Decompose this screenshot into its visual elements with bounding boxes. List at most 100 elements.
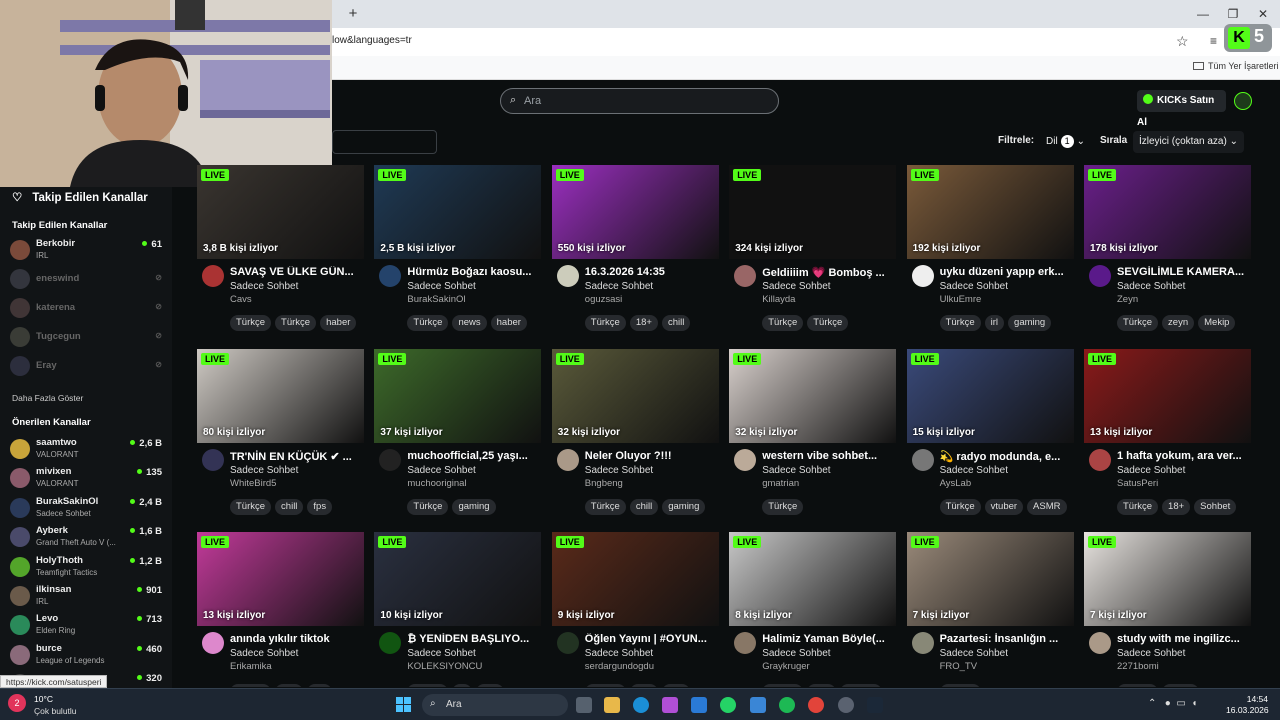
sidebar-channel[interactable]: Berkobir IRL 61 bbox=[10, 237, 162, 263]
stream-card[interactable]: LIVE 7 kişi izliyor study with me ingilizc… bbox=[1084, 532, 1251, 687]
sidebar-channel[interactable]: Tugcegun ⊘ bbox=[10, 324, 162, 350]
steam-icon[interactable] bbox=[867, 697, 883, 713]
streamer-avatar[interactable] bbox=[911, 265, 934, 287]
tag[interactable]: Türkçe bbox=[762, 498, 804, 515]
stream-title[interactable]: Hürmüz Boğazı kaosu... bbox=[407, 266, 541, 278]
stream-category[interactable]: Sadece Sohbet bbox=[1117, 648, 1185, 659]
stream-thumbnail[interactable]: LIVE 32 kişi izliyor bbox=[551, 348, 719, 443]
tag[interactable]: Türkçe bbox=[584, 684, 626, 687]
tag[interactable]: news bbox=[452, 315, 487, 331]
streamer-avatar[interactable] bbox=[202, 448, 224, 471]
stream-card[interactable]: LIVE 178 kişi izliyor SEVGİLİMLE KAMERA...… bbox=[1084, 165, 1251, 333]
sidebar-channel[interactable]: mivixen VALORANT 135 bbox=[10, 465, 162, 491]
streamer-name[interactable]: BurakSakinOl bbox=[407, 294, 465, 305]
streamer-avatar[interactable] bbox=[734, 632, 757, 654]
new-tab-button[interactable]: + bbox=[344, 5, 362, 23]
stream-thumbnail[interactable]: LIVE 10 kişi izliyor bbox=[374, 532, 542, 626]
stream-card[interactable]: LIVE 15 kişi izliyor 💫 radyo modunda, e...… bbox=[906, 348, 1074, 517]
streamer-avatar[interactable] bbox=[379, 265, 402, 287]
sidebar-channel[interactable]: burce League of Legends 460 bbox=[10, 642, 162, 668]
stream-title[interactable]: Halimiz Yaman Böyle(... bbox=[762, 633, 896, 645]
sidebar-channel[interactable]: eneswind ⊘ bbox=[10, 266, 162, 292]
tag[interactable]: haber bbox=[490, 315, 527, 331]
tag[interactable]: Türkçe bbox=[1117, 315, 1159, 331]
tag[interactable]: Türkçe bbox=[275, 315, 317, 331]
stream-thumbnail[interactable]: LIVE 7 kişi izliyor bbox=[1084, 532, 1251, 626]
streamer-name[interactable]: UlkuEmre bbox=[940, 294, 982, 305]
mail-icon[interactable] bbox=[691, 697, 707, 713]
stream-category[interactable]: Sadece Sohbet bbox=[407, 648, 475, 659]
stream-card[interactable]: LIVE 13 kişi izliyor 1 hafta yokum, ara ve… bbox=[1084, 348, 1251, 517]
tag[interactable]: chill bbox=[275, 684, 304, 687]
stream-thumbnail[interactable]: LIVE 550 kişi izliyor bbox=[551, 165, 719, 259]
tag[interactable]: ASMR bbox=[1027, 498, 1067, 515]
windows-start-icon[interactable] bbox=[396, 697, 412, 713]
tag[interactable]: 18+ bbox=[1162, 498, 1191, 515]
streamer-avatar[interactable] bbox=[734, 265, 757, 287]
sidebar-channel[interactable]: Eray ⊘ bbox=[10, 353, 162, 379]
stream-title[interactable]: 16.3.2026 14:35 bbox=[585, 266, 719, 278]
tag[interactable]: series bbox=[1162, 684, 1200, 687]
stream-title[interactable]: anında yıkılır tiktok bbox=[230, 633, 364, 645]
stream-category[interactable]: Sadece Sohbet bbox=[230, 281, 298, 292]
tag[interactable]: Türkçe bbox=[407, 684, 449, 687]
whatsapp-icon[interactable] bbox=[720, 697, 736, 713]
stream-thumbnail[interactable]: LIVE 3,8 B kişi izliyor bbox=[197, 165, 364, 259]
stream-category[interactable]: Sadece Sohbet bbox=[407, 281, 475, 292]
sidebar-following-title[interactable]: ♡ Takip Edilen Kanallar bbox=[12, 190, 148, 204]
sidebar-channel[interactable]: Levo Elden Ring 713 bbox=[10, 612, 162, 638]
stream-category[interactable]: Sadece Sohbet bbox=[230, 648, 298, 659]
tag[interactable]: Türkçe bbox=[584, 315, 626, 331]
stream-thumbnail[interactable]: LIVE 13 kişi izliyor bbox=[197, 532, 364, 626]
stream-thumbnail[interactable]: LIVE 9 kişi izliyor bbox=[551, 532, 719, 626]
streamer-name[interactable]: KOLEKSIYONCU bbox=[407, 661, 482, 672]
stream-title[interactable]: SEVGİLİMLE KAMERA... bbox=[1117, 266, 1251, 278]
stream-title[interactable]: 💫 radyo modunda, e... bbox=[940, 450, 1074, 463]
tag[interactable]: zeyn bbox=[1162, 315, 1195, 331]
stream-title[interactable]: SAVAŞ VE ÜLKE GÜN... bbox=[230, 266, 364, 278]
streamer-avatar[interactable] bbox=[911, 448, 934, 471]
tag[interactable]: Türkçe bbox=[1117, 684, 1159, 687]
streamer-name[interactable]: WhiteBird5 bbox=[230, 478, 276, 489]
stream-thumbnail[interactable]: LIVE 8 kişi izliyor bbox=[729, 532, 897, 626]
tag[interactable]: chill bbox=[629, 498, 659, 515]
tag[interactable]: chill bbox=[275, 498, 304, 515]
streamer-avatar[interactable] bbox=[556, 632, 579, 654]
streamer-avatar[interactable] bbox=[556, 265, 579, 287]
tag[interactable]: Türkçe bbox=[407, 498, 449, 515]
edge-icon[interactable] bbox=[633, 697, 649, 713]
stream-title[interactable]: Neler Oluyor ?!!! bbox=[585, 450, 719, 462]
tag[interactable]: Türkçe bbox=[584, 498, 626, 515]
streamer-name[interactable]: Cavs bbox=[230, 294, 252, 305]
search-input[interactable]: ⌕ Ara bbox=[500, 88, 779, 114]
chrome-icon[interactable] bbox=[808, 697, 824, 713]
tag[interactable]: gaming bbox=[452, 498, 496, 515]
streamer-name[interactable]: serdargundogdu bbox=[585, 661, 654, 672]
stream-title[interactable]: 1 hafta yokum, ara ver... bbox=[1117, 450, 1251, 462]
stream-thumbnail[interactable]: LIVE 178 kişi izliyor bbox=[1084, 165, 1251, 259]
user-avatar[interactable] bbox=[1234, 92, 1252, 110]
stream-thumbnail[interactable]: LIVE 7 kişi izliyor bbox=[906, 532, 1074, 626]
sidebar-channel[interactable]: HolyThoth Teamfight Tactics 1,2 B bbox=[10, 554, 162, 580]
streamer-avatar[interactable] bbox=[1089, 448, 1111, 471]
system-tray[interactable]: ⌃ ● ▭ ◖ bbox=[1148, 698, 1197, 709]
stream-thumbnail[interactable]: LIVE 37 kişi izliyor bbox=[374, 348, 542, 443]
stream-title[interactable]: uyku düzeni yapıp erk... bbox=[940, 266, 1074, 278]
tag[interactable]: chill bbox=[661, 684, 691, 687]
sidebar-channel[interactable]: saamtwo VALORANT 2,6 B bbox=[10, 436, 162, 462]
sidebar-channel[interactable]: ilkinsan IRL 901 bbox=[10, 583, 162, 609]
stream-card[interactable]: LIVE 13 kişi izliyor anında yıkılır tiktok… bbox=[197, 532, 364, 687]
tag[interactable]: Türkçe bbox=[762, 315, 804, 331]
tag[interactable]: Türkçe bbox=[230, 315, 272, 331]
tag[interactable]: fps bbox=[307, 684, 333, 687]
tag[interactable]: chill bbox=[475, 684, 505, 687]
obs-icon[interactable] bbox=[838, 697, 854, 713]
tag[interactable]: 18+ bbox=[629, 684, 658, 687]
stream-category[interactable]: Sadece Sohbet bbox=[585, 648, 653, 659]
stream-category[interactable]: Sadece Sohbet bbox=[940, 281, 1008, 292]
streamer-avatar[interactable] bbox=[202, 632, 224, 654]
tag[interactable]: vtuber bbox=[984, 498, 1024, 515]
media-control-icon[interactable]: ≡ bbox=[1210, 34, 1217, 48]
streamer-name[interactable]: Erikamika bbox=[230, 661, 272, 672]
maximize-button[interactable]: ❐ bbox=[1222, 4, 1244, 24]
